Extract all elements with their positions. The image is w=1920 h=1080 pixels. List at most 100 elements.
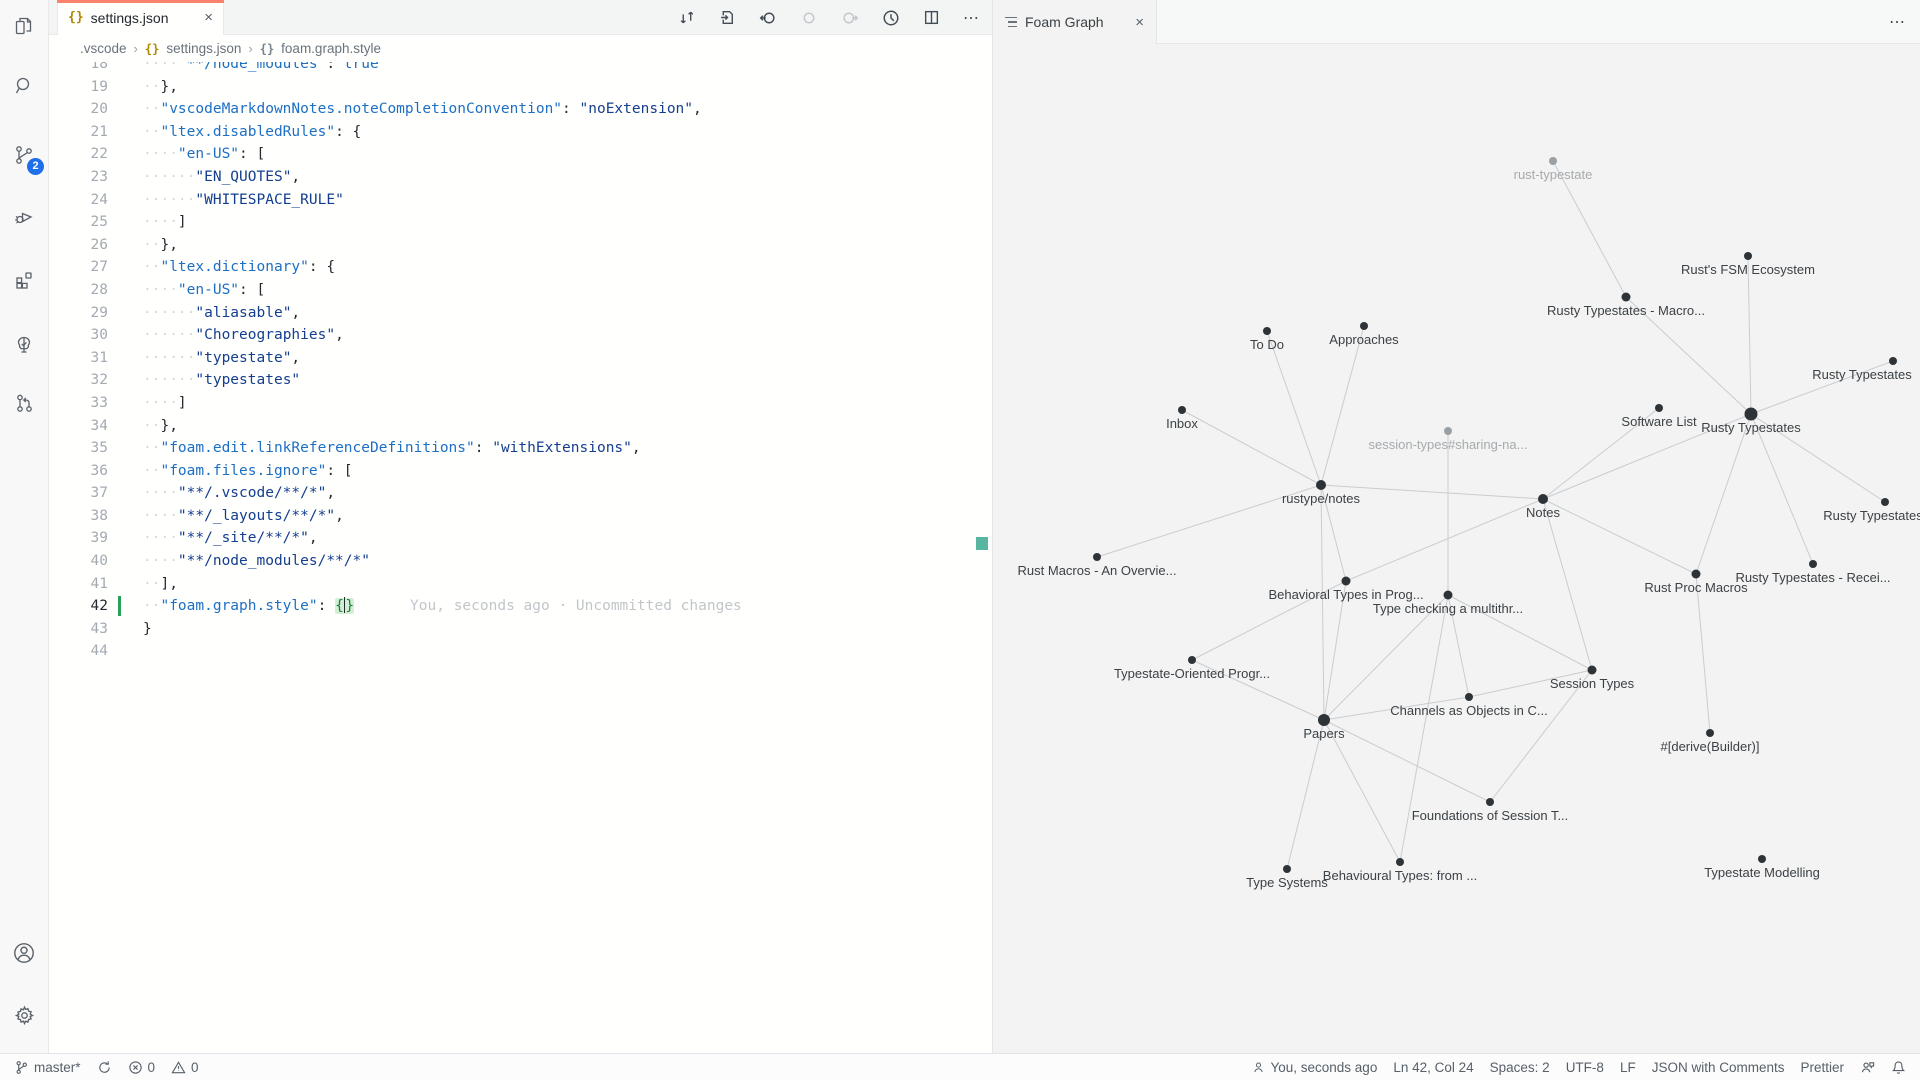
graph-canvas[interactable]: rust-typestateRust's FSM EcosystemRusty … [993,44,1920,1053]
breadcrumb-item-settings-json[interactable]: settings.json [166,41,241,56]
graph-node-to-do[interactable] [1263,327,1271,335]
status-item-notifications[interactable] [1891,1060,1906,1075]
graph-node-behavioural-from[interactable] [1396,858,1404,866]
code-line[interactable]: 22····"en-US": [ [49,143,992,166]
account-button[interactable] [0,931,48,979]
object-braces-icon: {} [260,42,274,56]
settings-button[interactable] [0,994,48,1042]
code-line[interactable]: 40····"**/node_modules/**/*" [49,550,992,573]
graph-edge [1543,499,1696,574]
next-change-icon[interactable] [841,9,859,27]
graph-node-rt-hub[interactable] [1745,408,1758,421]
graph-node-rt-macro[interactable] [1622,293,1631,302]
status-item-eol[interactable]: LF [1620,1060,1636,1075]
status-item-errors[interactable]: 0 [128,1060,156,1075]
status-item-git-branch[interactable]: master* [14,1060,81,1075]
graph-node-typestate-oriented[interactable] [1188,656,1196,664]
status-item-encoding[interactable]: UTF-8 [1566,1060,1604,1075]
change-dot-icon[interactable] [800,9,818,27]
code-line[interactable]: 30······"Choreographies", [49,324,992,347]
graph-node-rt-recei[interactable] [1809,560,1817,568]
code-line[interactable]: 41··], [49,573,992,596]
sidebar-item-extensions[interactable] [0,258,48,306]
status-item-sync[interactable] [97,1060,112,1075]
panel-more-actions-icon[interactable]: ⋯ [1889,12,1906,32]
graph-node-inbox[interactable] [1178,406,1186,414]
line-content: ······"WHITESPACE_RULE" [143,189,344,212]
code-line[interactable]: 43} [49,618,992,641]
code-line[interactable]: 28····"en-US": [ [49,279,992,302]
graph-node-rust-macros[interactable] [1093,553,1101,561]
status-item-feedback[interactable] [1860,1060,1875,1075]
code-line[interactable]: 42··"foam.graph.style": {}You, seconds a… [49,595,992,618]
code-line[interactable]: 35··"foam.edit.linkReferenceDefinitions"… [49,437,992,460]
split-editor-icon[interactable] [923,9,940,26]
close-tab-icon[interactable]: × [204,10,213,25]
graph-node-channels[interactable] [1465,693,1473,701]
graph-node-session-types[interactable] [1588,666,1597,675]
graph-node-type-checking[interactable] [1444,591,1453,600]
open-file-icon[interactable] [719,9,736,26]
graph-node-rustype-notes[interactable] [1316,480,1326,490]
code-line[interactable]: 18····"**/node_modules": true [49,62,992,76]
graph-node-sharing[interactable] [1444,427,1452,435]
code-line[interactable]: 36··"foam.files.ignore": [ [49,460,992,483]
sidebar-item-explorer[interactable] [0,4,48,52]
code-line[interactable]: 26··}, [49,234,992,257]
code-line[interactable]: 27··"ltex.dictionary": { [49,256,992,279]
graph-node-rust-typestate[interactable] [1549,157,1557,165]
graph-node-behavioral[interactable] [1342,577,1351,586]
code-line[interactable]: 38····"**/_layouts/**/*", [49,505,992,528]
file-history-icon[interactable] [882,9,900,27]
code-line[interactable]: 25····] [49,211,992,234]
sidebar-item-source-control[interactable]: 2 [0,133,48,181]
graph-node-fsm[interactable] [1744,252,1752,260]
code-line[interactable]: 23······"EN_QUOTES", [49,166,992,189]
sidebar-item-testing[interactable] [0,323,48,371]
code-line[interactable]: 31······"typestate", [49,347,992,370]
code-line[interactable]: 20··"vscodeMarkdownNotes.noteCompletionC… [49,98,992,121]
tab-settings-json[interactable]: {} settings.json × [57,0,224,35]
graph-node-derive-builder[interactable] [1706,729,1714,737]
code-line[interactable]: 24······"WHITESPACE_RULE" [49,189,992,212]
status-item-language-mode[interactable]: JSON with Comments [1652,1060,1785,1075]
graph-edge [1696,574,1710,733]
graph-node-notes[interactable] [1538,494,1548,504]
code-line[interactable]: 44 [49,640,992,663]
sidebar-item-gitlens[interactable] [0,381,48,429]
tab-foam-graph[interactable]: Foam Graph × [993,0,1157,44]
graph-node-foundations[interactable] [1486,798,1494,806]
code-line[interactable]: 33····] [49,392,992,415]
sidebar-item-search[interactable] [0,64,48,112]
status-item-indentation[interactable]: Spaces: 2 [1490,1060,1550,1075]
code-line[interactable]: 21··"ltex.disabledRules": { [49,121,992,144]
code-line[interactable]: 39····"**/_site/**/*", [49,527,992,550]
graph-label-to-do: To Do [1250,337,1284,352]
breadcrumb-item-foam-graph-style[interactable]: foam.graph.style [281,41,381,56]
status-item-blame[interactable]: You, seconds ago [1252,1060,1377,1075]
close-panel-icon[interactable]: × [1135,14,1144,31]
sidebar-item-run-debug[interactable] [0,194,48,242]
code-line[interactable]: 32······"typestates" [49,369,992,392]
graph-node-software-list[interactable] [1655,404,1663,412]
compare-changes-icon[interactable] [679,9,696,26]
status-item-warnings[interactable]: 0 [171,1060,199,1075]
graph-node-approaches[interactable] [1360,322,1368,330]
code-line[interactable]: 37····"**/.vscode/**/*", [49,482,992,505]
code-line[interactable]: 34··}, [49,415,992,438]
graph-node-type-systems[interactable] [1283,865,1291,873]
code-line[interactable]: 19··}, [49,76,992,99]
graph-node-typestate-modelling[interactable] [1758,855,1766,863]
more-actions-icon[interactable]: ⋯ [963,8,980,28]
editor-panel-sash[interactable] [992,0,993,1053]
graph-node-rt-right[interactable] [1889,357,1897,365]
code-line[interactable]: 29······"aliasable", [49,302,992,325]
status-item-cursor-position[interactable]: Ln 42, Col 24 [1393,1060,1473,1075]
graph-node-rt-right2[interactable] [1881,498,1889,506]
code-editor[interactable]: 18····"**/node_modules": true19··},20··"… [49,62,992,1053]
breadcrumb-item-vscode[interactable]: .vscode [80,41,127,56]
status-item-formatter[interactable]: Prettier [1800,1060,1844,1075]
graph-node-rust-proc[interactable] [1692,570,1701,579]
graph-node-papers[interactable] [1318,714,1330,726]
previous-change-icon[interactable] [759,9,777,27]
